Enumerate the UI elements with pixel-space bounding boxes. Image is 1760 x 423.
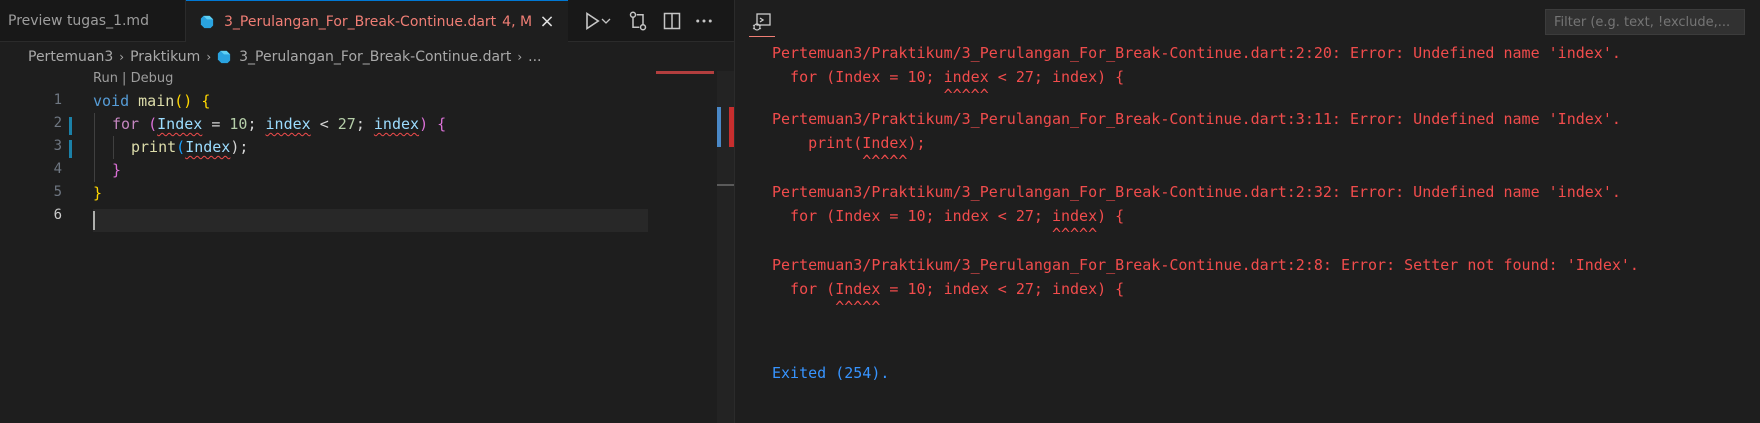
indent-guide xyxy=(113,136,114,159)
minimap[interactable] xyxy=(656,71,714,74)
problems-badge: 4, M xyxy=(502,13,533,30)
split-editor-icon[interactable] xyxy=(662,11,682,31)
editor-group: Preview tugas_1.md 3_Perulangan_For_Brea… xyxy=(0,0,734,423)
chevron-right-icon: › xyxy=(119,50,125,64)
code-token: ; xyxy=(355,115,374,133)
code-token: { xyxy=(201,92,211,110)
code-token: () xyxy=(174,92,193,110)
line-number: 1 xyxy=(53,92,62,108)
code-token: index xyxy=(373,115,420,133)
tab-label: 3_Perulangan_For_Break-Continue.dart xyxy=(224,13,497,30)
code-token: ( xyxy=(148,115,158,133)
run-icon[interactable] xyxy=(582,11,602,31)
code-token: ) xyxy=(419,115,429,133)
scrollbar-cursor-marker xyxy=(717,184,734,186)
tab-preview-tugas[interactable]: Preview tugas_1.md xyxy=(0,0,186,42)
code-line-1[interactable]: void main() { xyxy=(93,90,210,113)
output-line: ^^^^^ xyxy=(772,298,881,316)
code-token: < xyxy=(310,115,338,133)
line-number: 6 xyxy=(53,207,62,223)
line-number: 3 xyxy=(53,138,62,154)
output-line: Pertemuan3/Praktikum/3_Perulangan_For_Br… xyxy=(772,110,1621,128)
chevron-right-icon: › xyxy=(206,50,212,64)
code-line-2[interactable]: for (Index = 10; index < 27; index) { xyxy=(112,113,446,136)
code-token: ); xyxy=(230,138,249,156)
compare-changes-icon[interactable] xyxy=(628,11,648,31)
output-line: ^^^^^ xyxy=(772,152,908,170)
code-line-5[interactable]: } xyxy=(93,182,102,205)
chevron-right-icon: › xyxy=(517,50,523,64)
code-token: 10 xyxy=(229,115,248,133)
indent-guide xyxy=(94,113,95,182)
output-line: Pertemuan3/Praktikum/3_Perulangan_For_Br… xyxy=(772,44,1621,62)
chevron-down-icon[interactable] xyxy=(600,11,612,31)
code-token: } xyxy=(93,184,103,202)
code-token: ( xyxy=(176,138,186,156)
dart-icon xyxy=(218,50,231,64)
breadcrumb-item[interactable]: 3_Perulangan_For_Break-Continue.dart xyxy=(239,49,511,65)
breadcrumb-item[interactable]: Pertemuan3 xyxy=(28,49,113,65)
code-token: 27 xyxy=(337,115,356,133)
code-token: Index xyxy=(157,115,203,133)
line-number: 5 xyxy=(53,184,62,200)
output-line: ^^^^^ xyxy=(772,86,989,104)
dart-icon xyxy=(200,15,214,28)
gutter-modified-marker xyxy=(69,140,72,158)
text-cursor xyxy=(93,211,95,230)
code-token: void xyxy=(93,92,130,110)
code-line-3[interactable]: print(Index); xyxy=(131,136,248,159)
code-token: { xyxy=(437,115,447,133)
breadcrumb-item[interactable]: Praktikum xyxy=(130,49,200,65)
code-token: ; xyxy=(247,115,266,133)
tab-bar: Preview tugas_1.md 3_Perulangan_For_Brea… xyxy=(0,0,734,42)
more-actions-icon[interactable] xyxy=(694,11,714,31)
exit-status: Exited (254). xyxy=(772,364,890,382)
code-token: index xyxy=(265,115,311,133)
breadcrumb-item[interactable]: ... xyxy=(528,49,541,65)
code-token: } xyxy=(112,161,122,179)
scrollbar-change-marker xyxy=(717,107,721,147)
close-icon[interactable]: × xyxy=(538,13,556,31)
line-number: 2 xyxy=(53,115,62,131)
code-token: main xyxy=(138,92,175,110)
debug-console-icon[interactable] xyxy=(749,8,775,37)
line-number: 4 xyxy=(53,161,62,177)
tab-label: Preview tugas_1.md xyxy=(8,13,149,29)
output-line: Pertemuan3/Praktikum/3_Perulangan_For_Br… xyxy=(772,183,1621,201)
code-token: = xyxy=(202,115,230,133)
code-token: print xyxy=(131,138,177,156)
code-line-4[interactable]: } xyxy=(112,159,121,182)
output-line: Pertemuan3/Praktikum/3_Perulangan_For_Br… xyxy=(772,256,1639,274)
output-panel: Pertemuan3/Praktikum/3_Perulangan_For_Br… xyxy=(735,0,1760,423)
tab-dart-file[interactable]: 3_Perulangan_For_Break-Continue.dart 4, … xyxy=(186,0,568,42)
filter-input[interactable] xyxy=(1545,9,1745,35)
code-token: for xyxy=(112,115,140,133)
gutter-modified-marker xyxy=(69,117,72,135)
breadcrumb: Pertemuan3 › Praktikum › 3_Perulangan_Fo… xyxy=(0,44,734,70)
codelens-run-debug[interactable]: Run | Debug xyxy=(93,71,173,86)
output-line: ^^^^^ xyxy=(772,225,1098,243)
current-line-highlight xyxy=(93,209,648,232)
code-token: Index xyxy=(185,138,231,156)
console-icon xyxy=(752,13,771,31)
